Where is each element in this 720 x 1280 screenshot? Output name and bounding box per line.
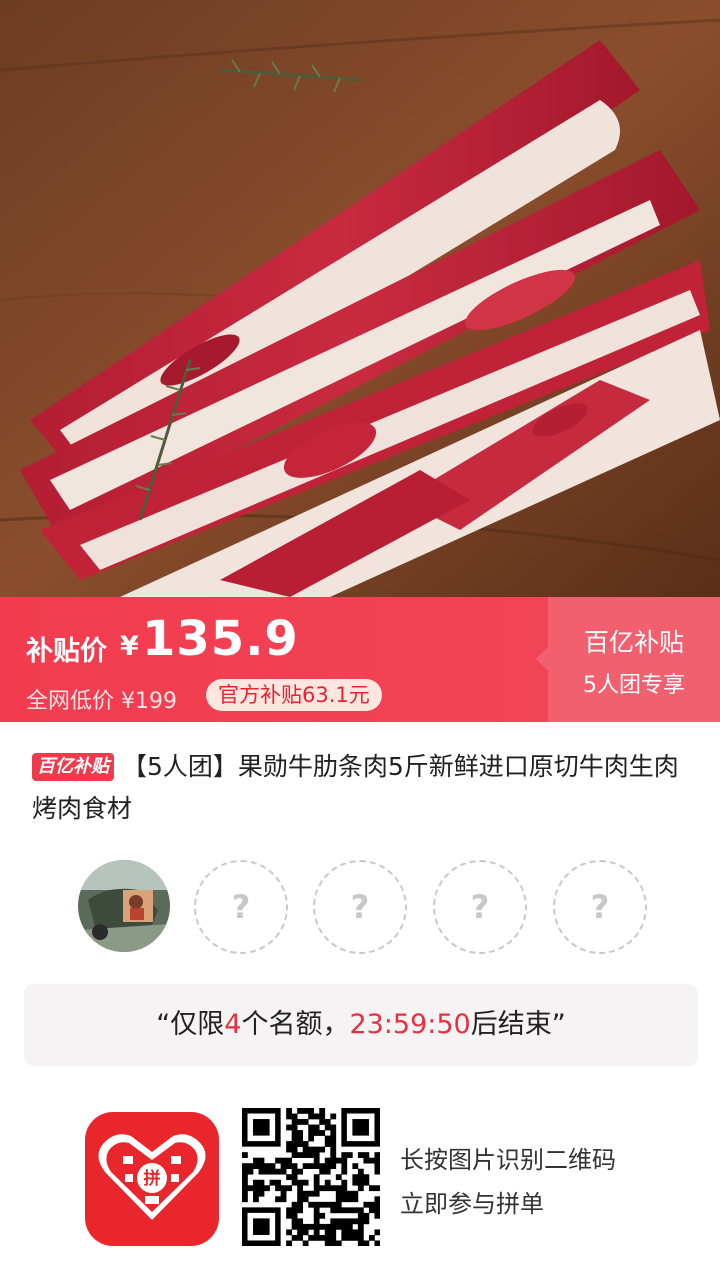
official-subsidy-badge: 官方补贴63.1元 <box>206 679 382 711</box>
program-subtitle: 5人团专享 <box>583 673 685 698</box>
empty-member-slot: ? <box>194 860 288 954</box>
program-title: 百亿补贴 <box>583 628 684 657</box>
currency-symbol: ¥ <box>120 631 139 662</box>
empty-member-slot: ? <box>433 860 527 954</box>
pinduoduo-logo: 拼 <box>85 1112 219 1246</box>
empty-member-slot: ? <box>313 860 407 954</box>
qr-code[interactable] <box>242 1108 381 1247</box>
member-avatar[interactable] <box>78 860 170 952</box>
billion-subsidy-tag: 百亿补贴 <box>32 753 114 781</box>
logo-character: 拼 <box>144 1168 161 1189</box>
remaining-spots-count: 4 <box>224 1009 242 1040</box>
notice-suffix: 后结束” <box>470 1009 566 1040</box>
group-members: ? ? ? ? <box>78 860 648 956</box>
market-low-price: 全网低价 ¥199 <box>26 689 177 714</box>
notice-middle: 个名额， <box>241 1009 350 1040</box>
product-title: 【5人团】果勋牛肋条肉5斤新鲜进口原切牛肉生肉烤肉食材 <box>32 752 679 823</box>
price-banner: 补贴价 ¥ 135.9 全网低价 ¥199 官方补贴63.1元 百亿补贴 5人团… <box>0 597 720 722</box>
notice-prefix: “仅限 <box>156 1009 225 1040</box>
spots-countdown-notice: “仅限4个名额，23:59:50后结束” <box>24 984 698 1066</box>
subsidy-price-value: 135.9 <box>142 611 299 667</box>
scan-hint-line-1: 长按图片识别二维码 <box>400 1146 616 1174</box>
billion-subsidy-panel: 百亿补贴 5人团专享 <box>536 597 720 722</box>
countdown-timer: 23:59:50 <box>349 1009 471 1040</box>
empty-member-slot: ? <box>553 860 647 954</box>
product-title-block: 百亿补贴 【5人团】果勋牛肋条肉5斤新鲜进口原切牛肉生肉烤肉食材 <box>32 746 688 830</box>
product-image[interactable] <box>0 0 720 597</box>
price-section: 补贴价 ¥ 135.9 全网低价 ¥199 官方补贴63.1元 <box>26 597 546 722</box>
scan-hint-line-2: 立即参与拼单 <box>400 1190 544 1218</box>
subsidy-price-label: 补贴价 <box>26 636 107 667</box>
